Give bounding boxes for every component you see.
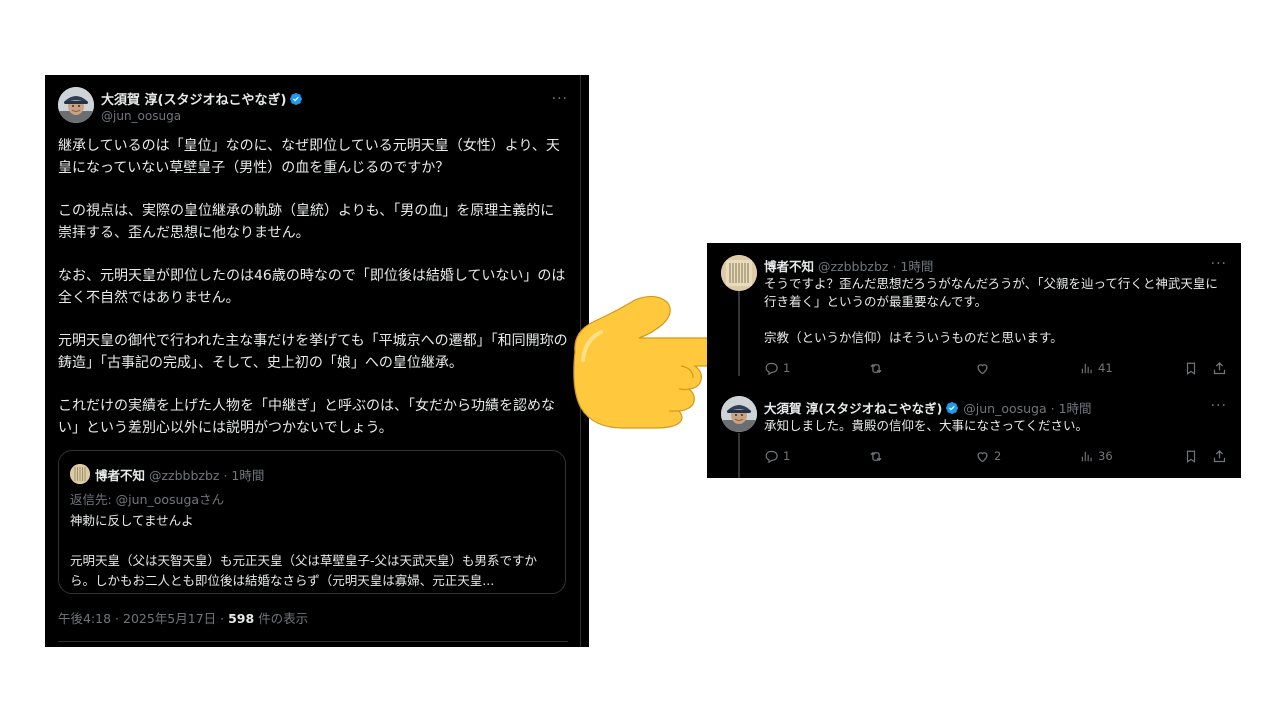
bookmark-button[interactable] xyxy=(1184,359,1198,377)
analytics-icon xyxy=(1081,451,1092,462)
quote-header: 博者不知 @zzbbbzbz · 1時間 xyxy=(95,465,264,484)
views-count: 36 xyxy=(1098,449,1113,463)
views-count: 598 xyxy=(228,611,255,626)
quote-reply-to: 返信先: @jun_oosugaさん xyxy=(70,492,225,507)
reply-text: 承知しました。貴殿の信仰を、大事になさってください。 xyxy=(764,418,1089,433)
main-tweet-panel: 大須賀 淳(スタジオねこやなぎ) @jun_oosuga ··· 継承しているの… xyxy=(45,75,589,647)
tweet-paragraph: 継承しているのは「皇位」なのに、なぜ即位している元明天皇（女性）より、天皇になっ… xyxy=(58,138,560,176)
reply-icon xyxy=(765,362,778,375)
tweet-paragraph: なお、元明天皇が即位したのは46歳の時なので「即位後は結婚していない」のは全く不… xyxy=(58,268,566,306)
reply-icon xyxy=(765,450,778,463)
heart-icon xyxy=(977,451,988,462)
reply-author-avatar[interactable] xyxy=(721,255,757,291)
quoted-tweet-card[interactable]: 博者不知 @zzbbbzbz · 1時間 返信先: @jun_oosugaさん … xyxy=(58,450,566,594)
scroll-document-avatar-icon xyxy=(70,464,90,484)
reply-header: 博者不知 @zzbbbzbz · 1時間 xyxy=(764,256,933,275)
more-options-icon[interactable]: ··· xyxy=(1211,256,1227,272)
reply-button[interactable]: 1 xyxy=(764,359,790,377)
views-suffix: 件の表示 xyxy=(254,611,309,626)
avatar-man-icon xyxy=(58,87,94,123)
reply-text: そうですよ？歪んだ思想だろうがなんだろうが、「父親を辿って行くと神武天皇に行き着… xyxy=(764,275,1230,347)
quote-text: 神勅に反してませんよ 元明天皇（父は天智天皇）も元正天皇（父は草壁皇子-父は天武… xyxy=(70,511,556,591)
share-icon xyxy=(1213,449,1226,462)
retweet-button[interactable] xyxy=(868,447,888,465)
retweet-icon xyxy=(870,363,882,373)
divider xyxy=(58,641,568,642)
bookmark-icon xyxy=(1186,362,1196,375)
quote-author-meta: @zzbbbzbz · 1時間 xyxy=(145,468,265,483)
reply-author-name[interactable]: 大須賀 淳(スタジオねこやなぎ) xyxy=(764,401,942,416)
author-name-text: 大須賀 淳(スタジオねこやなぎ) xyxy=(101,93,287,108)
share-button[interactable] xyxy=(1212,447,1227,465)
reply-button[interactable]: 1 xyxy=(764,447,790,465)
tweet-text: 継承しているのは「皇位」なのに、なぜ即位している元明天皇（女性）より、天皇になっ… xyxy=(58,135,568,460)
reply-actions: 1 41 xyxy=(764,359,1230,377)
quote-line: 元明天皇（父は天智天皇）も元正天皇（父は草壁皇子-父は天武天皇）も男系ですから。… xyxy=(70,553,538,588)
like-button[interactable] xyxy=(975,359,994,377)
reply-author-name[interactable]: 博者不知 xyxy=(764,259,814,274)
retweet-icon xyxy=(870,451,882,461)
author-avatar[interactable] xyxy=(58,87,94,123)
bookmark-icon xyxy=(1186,450,1196,463)
verified-badge-icon xyxy=(290,93,303,105)
tweet-paragraph: これだけの実績を上げた人物を「中継ぎ」と呼ぶのは、「女だから功績を認めない」とい… xyxy=(58,398,555,436)
reply-tweet[interactable]: 大須賀 淳(スタジオねこやなぎ) @jun_oosuga · 1時間 ··· 承… xyxy=(707,383,1241,478)
like-count: 2 xyxy=(994,449,1002,463)
more-options-icon[interactable]: ··· xyxy=(1211,398,1227,414)
tweet-paragraph: 元明天皇の御代で行われた主な事だけを挙げても「平城京への遷都」「和同開珎の鋳造」… xyxy=(58,333,568,371)
analytics-icon xyxy=(1081,363,1092,374)
reply-actions: 1 2 36 xyxy=(764,447,1230,465)
tweet-timestamp-views: 午後4:18 · 2025年5月17日 · 598 件の表示 xyxy=(58,608,308,627)
reply-author-meta: @zzbbbzbz · 1時間 xyxy=(814,259,934,274)
share-icon xyxy=(1213,361,1226,374)
reply-thread-panel: 博者不知 @zzbbbzbz · 1時間 ··· そうですよ？歪んだ思想だろうが… xyxy=(707,243,1241,478)
bookmark-button[interactable] xyxy=(1184,447,1198,465)
reply-header: 大須賀 淳(スタジオねこやなぎ) @jun_oosuga · 1時間 xyxy=(764,398,1092,417)
author-handle[interactable]: @jun_oosuga xyxy=(101,109,181,123)
reply-author-meta: @jun_oosuga · 1時間 xyxy=(959,401,1092,416)
views-button[interactable]: 41 xyxy=(1080,359,1113,377)
like-button[interactable]: 2 xyxy=(975,447,1001,465)
tweet-header: 大須賀 淳(スタジオねこやなぎ) @jun_oosuga ··· xyxy=(58,87,568,127)
reply-tweet[interactable]: 博者不知 @zzbbbzbz · 1時間 ··· そうですよ？歪んだ思想だろうが… xyxy=(707,243,1241,383)
reply-author-avatar[interactable] xyxy=(721,396,757,432)
tweet-paragraph: この視点は、実際の皇位継承の軌跡（皇統）よりも、「男の血」を原理主義的に崇拝する… xyxy=(58,203,555,241)
retweet-button[interactable] xyxy=(868,359,888,377)
avatar-man-icon xyxy=(721,396,757,432)
share-button[interactable] xyxy=(1212,359,1227,377)
tweet-timestamp[interactable]: 午後4:18 · 2025年5月17日 · xyxy=(58,611,228,626)
quote-author-avatar[interactable] xyxy=(70,464,90,484)
views-button[interactable]: 36 xyxy=(1080,447,1113,465)
quote-line: 神勅に反してませんよ xyxy=(70,513,194,528)
views-count: 41 xyxy=(1098,361,1113,375)
reply-count: 1 xyxy=(783,449,791,463)
quote-author-name[interactable]: 博者不知 xyxy=(95,468,145,483)
screenshot-canvas: 大須賀 淳(スタジオねこやなぎ) @jun_oosuga ··· 継承しているの… xyxy=(0,0,1280,720)
reply-count: 1 xyxy=(783,361,791,375)
scroll-document-avatar-icon xyxy=(721,255,757,291)
reply-paragraph: そうですよ？歪んだ思想だろうがなんだろうが、「父親を辿って行くと神武天皇に行き着… xyxy=(764,276,1218,309)
reply-paragraph: 宗教（というか信仰）はそういうものだと思います。 xyxy=(764,330,1063,345)
verified-badge-icon xyxy=(946,402,959,414)
author-name[interactable]: 大須賀 淳(スタジオねこやなぎ) xyxy=(101,89,303,108)
heart-icon xyxy=(977,363,988,374)
more-options-icon[interactable]: ··· xyxy=(552,91,568,107)
